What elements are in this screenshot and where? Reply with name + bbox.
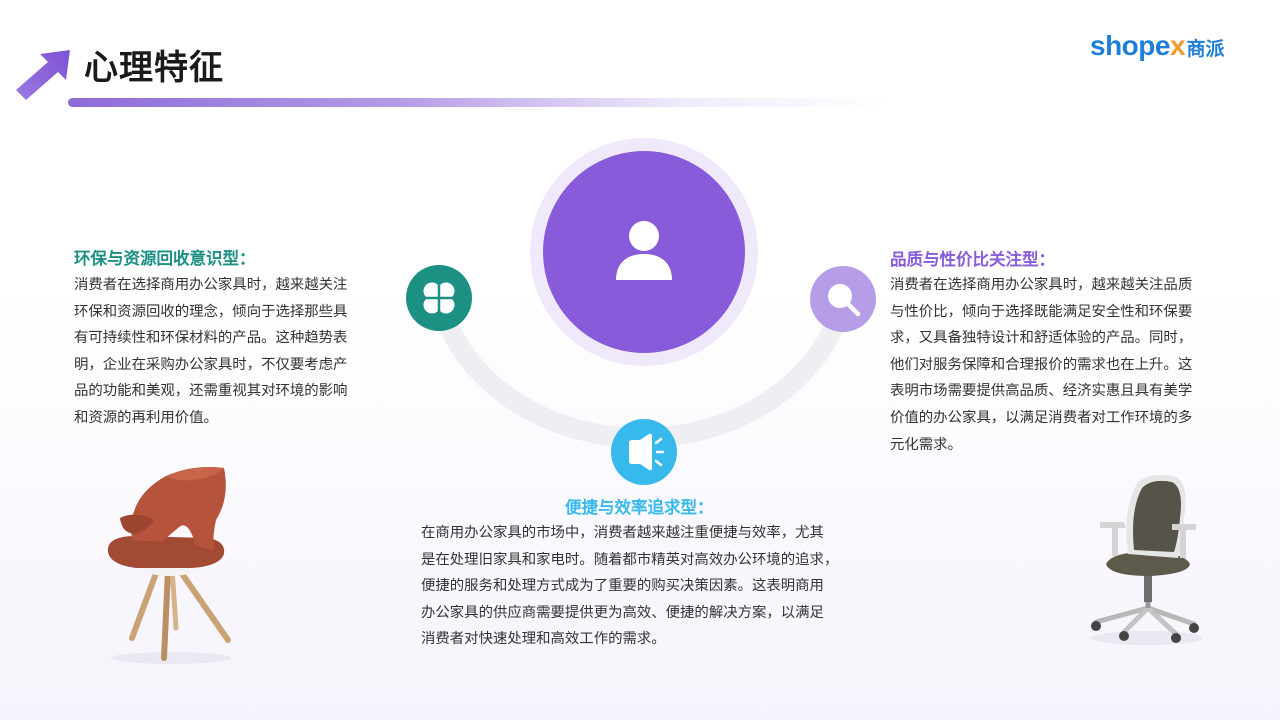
quality-description: 消费者在选择商用办公家具时，越来越关注品质 与性价比，倾向于选择既能满足安全性和… [890,272,1236,458]
text-line: 消费者对快速处理和高效工作的需求。 [421,631,666,648]
text-line: 与性价比，倾向于选择既能满足安全性和环保要 [890,303,1193,320]
speaker-icon [629,433,665,471]
text-line: 在商用办公家具的市场中，消费者越来越注重便捷与效率，尤其 [421,525,824,541]
text-line: 求，又具备独特设计和舒适体验的产品。同时， [890,330,1193,347]
text-line: 是在处理旧家具和家电时。随着都市精英对高效办公环境的追求， [421,551,839,568]
text-line: 元化需求。 [890,436,962,453]
convenience-title: 便捷与效率追求型： [565,498,714,517]
convenience-description: 在商用办公家具的市场中，消费者越来越注重便捷与效率，尤其 是在处理旧家具和家电时… [421,520,891,653]
eco-description: 消费者在选择商用办公家具时，越来越关注 环保和资源回收的理念，倾向于选择那些具 … [74,272,386,432]
clover-icon [423,282,455,314]
text-line: 他们对服务保障和合理报价的需求也在上升。这 [890,356,1193,373]
text-line: 明，企业在采购办公家具时，不仅要考虑产 [74,356,348,373]
text-line: 价值的办公家具，以满足消费者对工作环境的多 [890,409,1193,426]
lounge-chair-image [107,467,231,664]
quality-title: 品质与性价比关注型： [890,250,1055,269]
text-line: 办公家具的供应商需要提供更为高效、便捷的解决方案，以满足 [421,604,824,621]
text-line: 品的功能和美观，还需重视其对环境的影响 [74,383,348,400]
text-line: 有可持续性和环保材料的产品。这种趋势表 [74,330,348,347]
person-icon [616,221,672,280]
office-chair-image [1091,474,1203,645]
text-line: 环保和资源回收的理念，倾向于选择那些具 [74,303,348,320]
text-line: 和资源的再利用价值。 [74,409,218,426]
text-line: 消费者在选择商用办公家具时，越来越关注 [74,277,348,293]
slide: 心理特征 shope x 商派 环保与资源回收意识型： 消费者在选择商用办公家具… [0,0,1280,720]
quality-node [810,266,876,332]
eco-node [406,265,472,331]
eco-title: 环保与资源回收意识型： [74,249,256,268]
convenience-node [611,419,677,485]
text-line: 便捷的服务和处理方式成为了重要的购买决策因素。这表明商用 [421,578,824,595]
text-line: 表明市场需要提供高品质、经济实惠且具有美学 [890,383,1193,400]
text-line: 消费者在选择商用办公家具时，越来越关注品质 [890,277,1193,293]
search-icon [828,284,861,317]
